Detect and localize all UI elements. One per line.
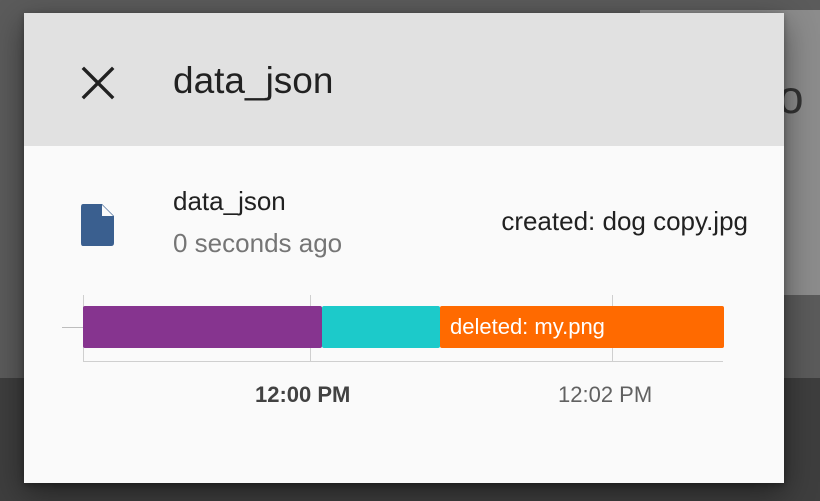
timeline-tick-label: 12:00 PM bbox=[255, 382, 351, 407]
history-dialog: data_json data_json 0 seconds ago create… bbox=[24, 13, 784, 483]
timeline-segment-3[interactable]: deleted: my.png bbox=[440, 306, 724, 348]
timeline-segment-2[interactable] bbox=[322, 306, 440, 348]
history-timeline: deleted: my.png 12:00 PM 12:02 PM bbox=[24, 283, 784, 423]
dialog-title: data_json bbox=[173, 60, 334, 101]
timeline-baseline bbox=[83, 361, 723, 362]
file-icon bbox=[80, 203, 116, 247]
timeline-tick-label: 12:02 PM bbox=[558, 382, 653, 407]
timeline-axis-stub bbox=[62, 327, 84, 328]
entry-status: created: dog copy.jpg bbox=[501, 206, 748, 236]
entry-time: 0 seconds ago bbox=[173, 228, 343, 258]
entry-name: data_json bbox=[173, 186, 286, 216]
dialog-header: data_json bbox=[24, 13, 784, 146]
close-button[interactable] bbox=[78, 63, 118, 103]
timeline-segment-1[interactable] bbox=[83, 306, 322, 348]
close-icon bbox=[81, 66, 115, 100]
